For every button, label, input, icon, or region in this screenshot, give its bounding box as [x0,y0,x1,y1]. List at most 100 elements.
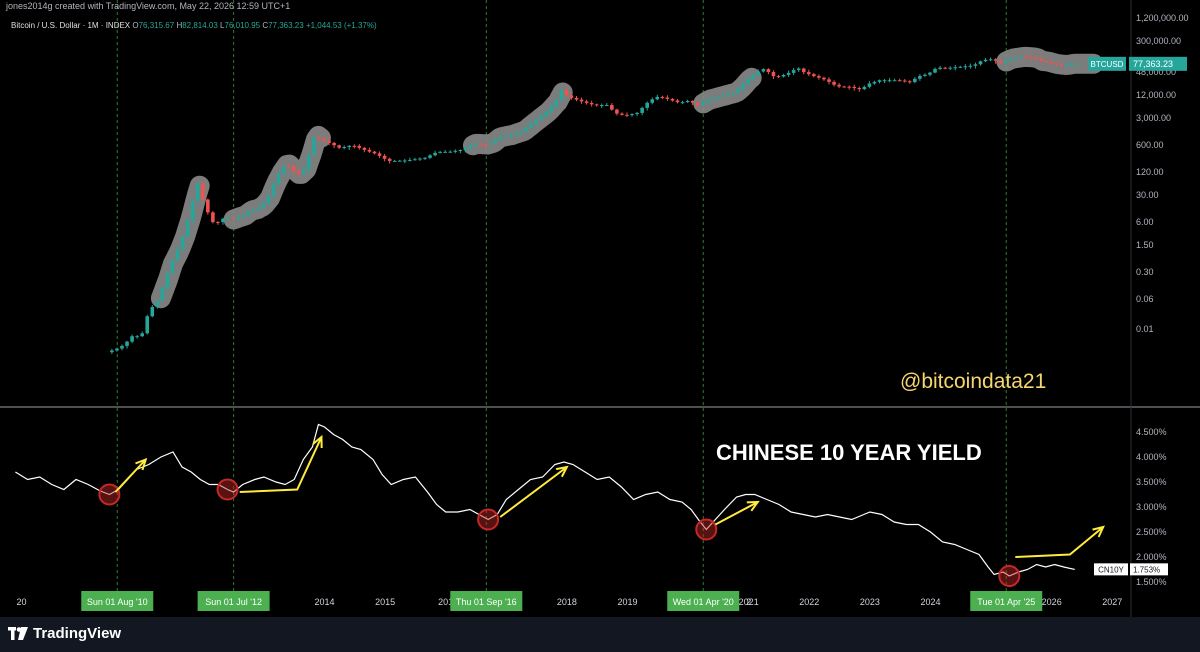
time-tick-label: 2024 [920,597,940,607]
yield-tick-label: 3.500% [1136,477,1167,487]
candle-body [963,66,968,68]
time-tick-label: 2018 [557,597,577,607]
candle-body [296,171,301,175]
yield-tick-label: 4.500% [1136,427,1167,437]
candle-body [761,69,766,72]
candle-body [544,111,548,116]
candle-body [746,78,750,84]
candle-body [857,88,862,90]
time-tick-label: 2 [746,597,751,607]
candle-body [221,218,225,223]
open-value: 76,315.67 [138,21,175,30]
candle-body [559,90,564,100]
price-tick-label: 0.01 [1136,324,1154,334]
candle-body [312,137,316,155]
candle-body [852,86,857,89]
candle-body [817,76,821,78]
candle-body [503,135,508,137]
candle-body [1049,61,1053,64]
watermark-text: @bitcoindata21 [900,370,1046,393]
candle-body [190,201,195,221]
candle-body [1034,57,1038,59]
candle-body [337,145,341,148]
candle-body [332,142,336,146]
candle-body [372,151,377,154]
candle-body [968,65,973,67]
candle-body [700,102,705,106]
candle-body [610,104,614,110]
price-tick-label: 600.00 [1136,140,1164,150]
candle-body [180,236,185,250]
candle-body [110,350,114,353]
tradingview-logo-icon [8,627,28,640]
candle-body [463,147,468,151]
candle-body [342,147,346,149]
candle-body [796,68,801,71]
candle-body [988,59,993,61]
candle-body [534,119,538,124]
candle-body [226,218,230,220]
time-tick-label: 2014 [314,597,334,607]
candle-body [377,153,382,156]
candle-body [216,222,220,224]
price-tick-label: 1.50 [1136,240,1154,250]
candle-body [382,155,387,159]
tradingview-logo[interactable]: TradingView [8,625,121,642]
candle-body [1003,60,1008,63]
candle-body [413,159,417,161]
candle-body [554,99,559,107]
candle-body [791,70,796,73]
bottom-circle [477,508,500,531]
candle-body [645,102,649,108]
candle-body [579,99,584,102]
candle-body [907,81,912,83]
candle-body [428,155,432,158]
candle-body [604,104,609,106]
candle-body [594,104,599,106]
bottom-circle [216,478,239,501]
candle-body [246,211,251,216]
candle-body [322,138,326,141]
candle-body [357,145,362,148]
price-tick-label: 0.06 [1136,294,1154,304]
candle-body [620,113,624,115]
time-tick-label: 2023 [860,597,880,607]
time-tick-label: 2026 [1042,597,1062,607]
candle-body [115,348,119,351]
candle-body [938,67,942,69]
candle-body [716,96,720,99]
candle-body [726,94,730,96]
candle-body [741,83,745,90]
time-tick-label: 2022 [799,597,819,607]
candle-body [145,316,150,334]
symbol-legend: Bitcoin / U.S. Dollar · 1M · INDEX O76,3… [11,21,377,30]
yellow-arrow [1015,526,1104,558]
candle-body [195,183,200,202]
close-value: 77,363.23 [268,21,304,30]
candle-body [200,183,205,200]
candle-body [524,127,528,132]
candle-body [574,97,579,100]
candle-body [448,151,453,153]
event-date-tag-text: Thu 01 Sep '16 [456,597,517,607]
candle-body [958,66,963,68]
candle-body [458,150,463,152]
yield-title: CHINESE 10 YEAR YIELD [716,440,982,465]
candle-body [549,106,554,112]
candle-body [155,300,160,307]
candle-body [130,336,134,342]
candle-body [402,160,407,162]
candle-body [928,72,932,75]
candle-body [695,102,700,106]
event-date-tag-text: Tue 01 Apr '25 [977,597,1035,607]
candle-body [665,97,670,99]
candle-body [731,92,735,95]
yield-tick-label: 2.000% [1136,552,1167,562]
price-tick-label: 30.00 [1136,190,1159,200]
candle-body [352,145,357,147]
candle-body [509,134,513,136]
candle-body [953,67,958,69]
candle-body [367,149,372,152]
candle-body [160,287,165,301]
candle-body [251,209,256,212]
